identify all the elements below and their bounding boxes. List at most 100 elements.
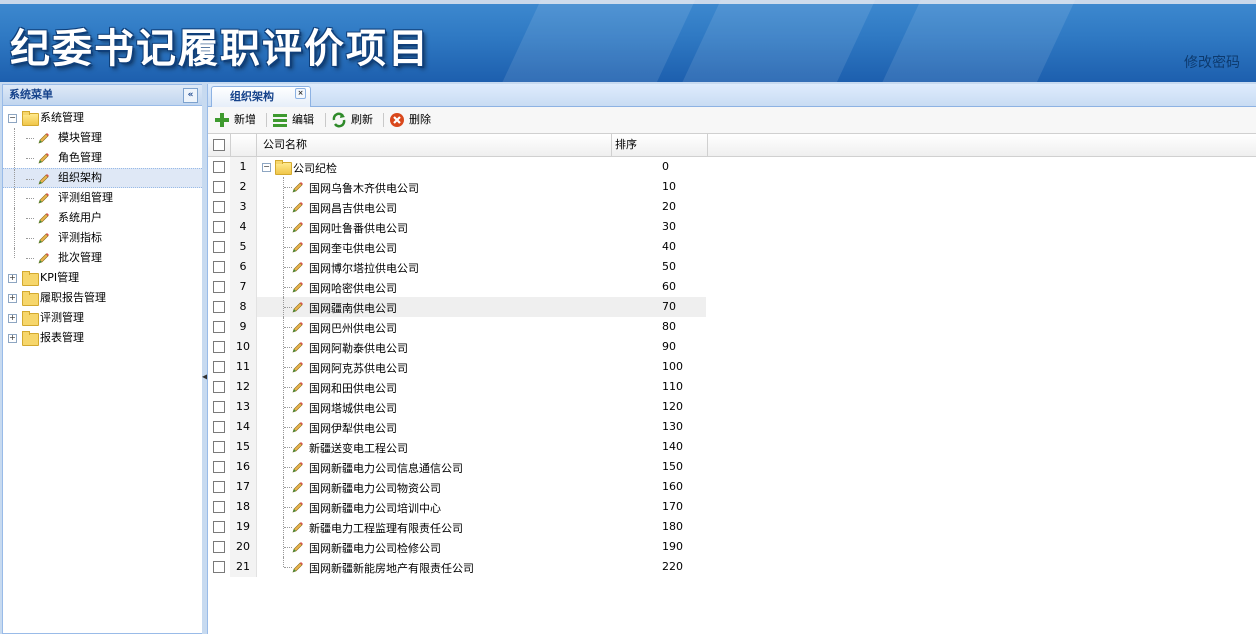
expand-icon[interactable]: + [8, 294, 17, 303]
menu-group[interactable]: + 报表管理 [3, 328, 202, 348]
row-checkbox[interactable] [213, 481, 225, 493]
row-checkbox[interactable] [213, 181, 225, 193]
name-cell[interactable]: 国网奎屯供电公司 40 [257, 237, 706, 257]
table-row[interactable]: 3 国网昌吉供电公司 20 [208, 197, 1256, 217]
toolbar-separator [266, 113, 267, 127]
sort-order: 180 [662, 520, 683, 533]
row-checkbox[interactable] [213, 381, 225, 393]
name-cell[interactable]: 国网塔城供电公司 120 [257, 397, 706, 417]
table-row[interactable]: 15 新疆送变电工程公司 140 [208, 437, 1256, 457]
change-password-link[interactable]: 修改密码 [1184, 52, 1240, 72]
table-row[interactable]: 10 国网阿勒泰供电公司 90 [208, 337, 1256, 357]
menu-item[interactable]: 系统用户 [3, 208, 202, 228]
sort-order: 0 [662, 160, 669, 173]
menu-item[interactable]: 评测指标 [3, 228, 202, 248]
name-cell[interactable]: 国网吐鲁番供电公司 30 [257, 217, 706, 237]
row-checkbox[interactable] [213, 361, 225, 373]
row-checkbox[interactable] [213, 541, 225, 553]
row-checkbox[interactable] [213, 221, 225, 233]
expand-icon[interactable]: + [8, 314, 17, 323]
select-all-checkbox[interactable] [213, 139, 225, 151]
menu-item[interactable]: 评测组管理 [3, 188, 202, 208]
sort-order: 60 [662, 280, 676, 293]
delete-button[interactable]: 删除 [389, 111, 439, 129]
menu-group[interactable]: + 履职报告管理 [3, 288, 202, 308]
table-row[interactable]: 6 国网博尔塔拉供电公司 50 [208, 257, 1256, 277]
row-checkbox[interactable] [213, 501, 225, 513]
table-row[interactable]: 21 国网新疆新能房地产有限责任公司 220 [208, 557, 1256, 577]
table-row[interactable]: 9 国网巴州供电公司 80 [208, 317, 1256, 337]
tab-org-structure[interactable]: 组织架构 × [211, 86, 311, 107]
name-cell[interactable]: 新疆送变电工程公司 140 [257, 437, 706, 457]
name-cell[interactable]: − 公司纪检 0 [257, 157, 706, 177]
menu-item[interactable]: 模块管理 [3, 128, 202, 148]
menu-group[interactable]: − 系统管理 [3, 108, 202, 128]
row-checkbox[interactable] [213, 161, 225, 173]
menu-item-label: 模块管理 [58, 131, 102, 144]
row-checkbox[interactable] [213, 321, 225, 333]
refresh-button[interactable]: 刷新 [331, 111, 379, 129]
expand-icon[interactable]: + [8, 274, 17, 283]
expand-icon[interactable]: + [8, 334, 17, 343]
row-checkbox[interactable] [213, 401, 225, 413]
column-header-name[interactable]: 公司名称 [257, 134, 612, 156]
close-tab-icon[interactable]: × [295, 88, 306, 99]
menu-item[interactable]: 批次管理 [3, 248, 202, 268]
row-checkbox[interactable] [213, 441, 225, 453]
table-row[interactable]: 20 国网新疆电力公司检修公司 190 [208, 537, 1256, 557]
table-row[interactable]: 12 国网和田供电公司 110 [208, 377, 1256, 397]
name-cell[interactable]: 国网伊犁供电公司 130 [257, 417, 706, 437]
table-row[interactable]: 16 国网新疆电力公司信息通信公司 150 [208, 457, 1256, 477]
name-cell[interactable]: 国网阿勒泰供电公司 90 [257, 337, 706, 357]
row-checkbox[interactable] [213, 201, 225, 213]
name-cell[interactable]: 新疆电力工程监理有限责任公司 180 [257, 517, 706, 537]
table-row[interactable]: 14 国网伊犁供电公司 130 [208, 417, 1256, 437]
table-row[interactable]: 5 国网奎屯供电公司 40 [208, 237, 1256, 257]
name-cell[interactable]: 国网新疆电力公司信息通信公司 150 [257, 457, 706, 477]
name-cell[interactable]: 国网哈密供电公司 60 [257, 277, 706, 297]
table-row[interactable]: 18 国网新疆电力公司培训中心 170 [208, 497, 1256, 517]
row-checkbox[interactable] [213, 561, 225, 573]
name-cell[interactable]: 国网博尔塔拉供电公司 50 [257, 257, 706, 277]
row-number: 21 [230, 557, 257, 577]
menu-item[interactable]: 组织架构 [3, 168, 202, 189]
name-cell[interactable]: 国网和田供电公司 110 [257, 377, 706, 397]
collapse-sidebar-button[interactable]: « [183, 88, 198, 103]
column-header-order[interactable]: 排序 [611, 134, 708, 156]
name-cell[interactable]: 国网新疆电力公司检修公司 190 [257, 537, 706, 557]
menu-item[interactable]: 角色管理 [3, 148, 202, 168]
grid-body: 1− 公司纪检 0 2 国网乌鲁木齐供电公司 10 3 国网昌吉供电公司 20 4 国网吐鲁番供电公… [208, 157, 1256, 587]
menu-group[interactable]: + KPI管理 [3, 268, 202, 288]
table-row[interactable]: 17 国网新疆电力公司物资公司 160 [208, 477, 1256, 497]
row-checkbox[interactable] [213, 521, 225, 533]
menu-group[interactable]: + 评测管理 [3, 308, 202, 328]
add-button[interactable]: 新增 [214, 111, 262, 129]
name-cell[interactable]: 国网乌鲁木齐供电公司 10 [257, 177, 706, 197]
table-row[interactable]: 19 新疆电力工程监理有限责任公司 180 [208, 517, 1256, 537]
row-checkbox[interactable] [213, 341, 225, 353]
name-cell[interactable]: 国网新疆电力公司物资公司 160 [257, 477, 706, 497]
row-checkbox[interactable] [213, 301, 225, 313]
table-row[interactable]: 13 国网塔城供电公司 120 [208, 397, 1256, 417]
row-checkbox[interactable] [213, 461, 225, 473]
table-row[interactable]: 8 国网疆南供电公司 70 [208, 297, 1256, 317]
name-cell[interactable]: 国网疆南供电公司 70 [257, 297, 706, 317]
name-cell[interactable]: 国网阿克苏供电公司 100 [257, 357, 706, 377]
table-row[interactable]: 11 国网阿克苏供电公司 100 [208, 357, 1256, 377]
row-checkbox[interactable] [213, 421, 225, 433]
collapse-icon[interactable]: − [8, 114, 17, 123]
row-checkbox[interactable] [213, 261, 225, 273]
name-cell[interactable]: 国网新疆新能房地产有限责任公司 220 [257, 557, 706, 577]
table-row[interactable]: 2 国网乌鲁木齐供电公司 10 [208, 177, 1256, 197]
table-row[interactable]: 4 国网吐鲁番供电公司 30 [208, 217, 1256, 237]
collapse-icon[interactable]: − [262, 163, 271, 172]
edit-button[interactable]: 编辑 [272, 111, 322, 129]
name-cell[interactable]: 国网昌吉供电公司 20 [257, 197, 706, 217]
row-checkbox[interactable] [213, 281, 225, 293]
company-name: 新疆送变电工程公司 [309, 442, 408, 455]
name-cell[interactable]: 国网新疆电力公司培训中心 170 [257, 497, 706, 517]
tree-root-row[interactable]: 1− 公司纪检 0 [208, 157, 1256, 177]
table-row[interactable]: 7 国网哈密供电公司 60 [208, 277, 1256, 297]
name-cell[interactable]: 国网巴州供电公司 80 [257, 317, 706, 337]
row-checkbox[interactable] [213, 241, 225, 253]
